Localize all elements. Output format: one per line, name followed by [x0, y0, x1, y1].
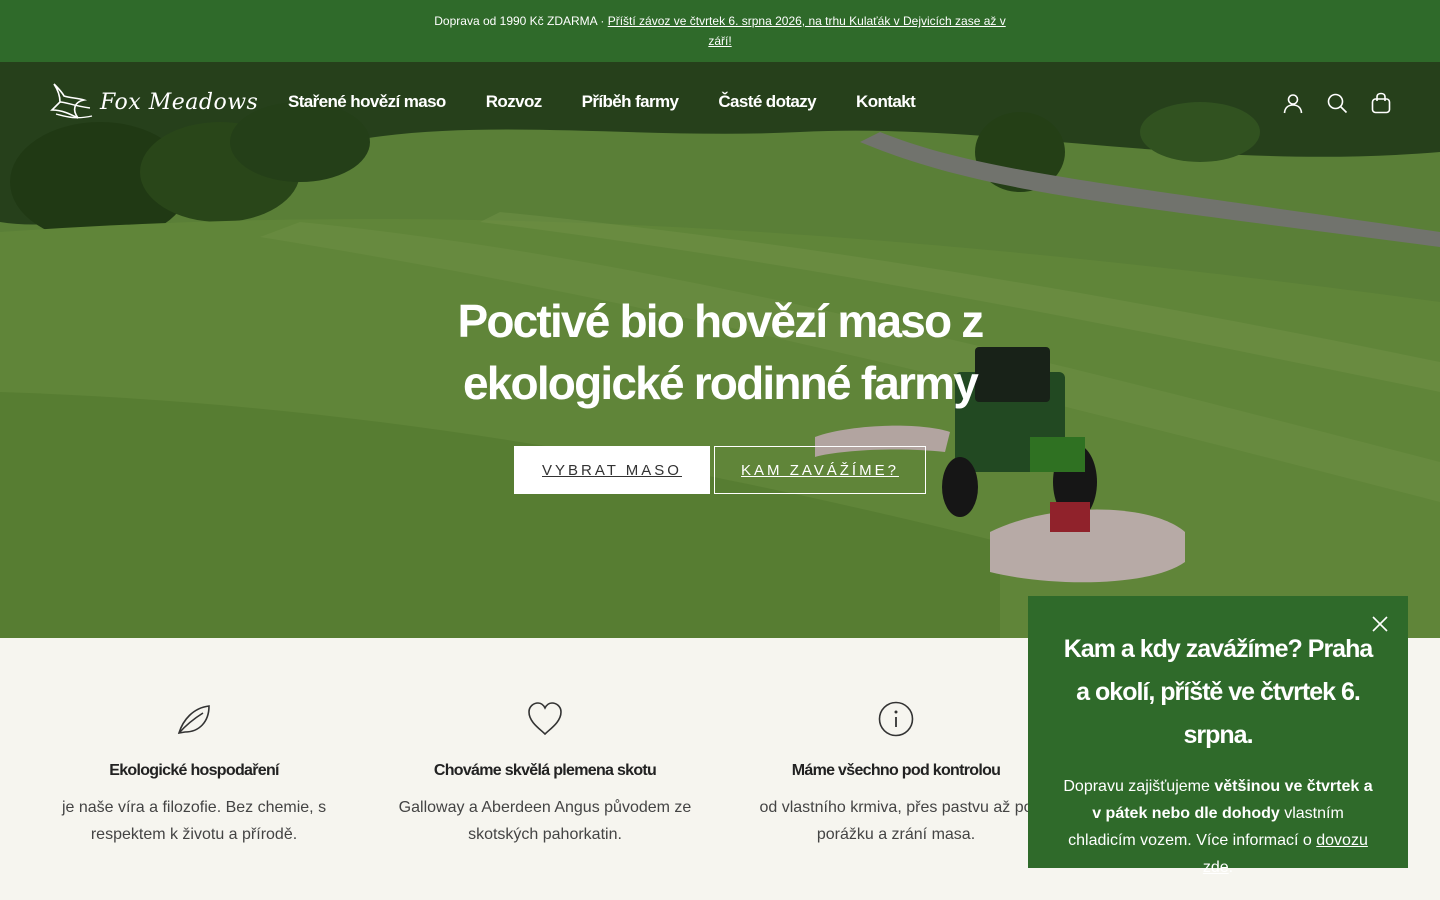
search-icon[interactable]: [1326, 92, 1348, 114]
logo-text: Fox Meadows: [100, 89, 259, 115]
delivery-areas-button[interactable]: KAM ZAVÁŽÍME?: [714, 446, 926, 494]
account-icon[interactable]: [1282, 92, 1304, 114]
fox-logo-icon: [50, 83, 93, 119]
feature-text: Galloway a Aberdeen Angus původem ze sko…: [398, 799, 692, 843]
announcement-text: Doprava od 1990 Kč ZDARMA: [434, 14, 598, 28]
logo[interactable]: Fox Meadows: [48, 80, 258, 124]
announcement-separator: ·: [600, 14, 605, 28]
feature-text: je naše víra a filozofie. Bez chemie, s …: [61, 799, 327, 843]
popup-body: Dopravu zajišťujeme většinou ve čtvrtek …: [1028, 773, 1408, 881]
heart-icon: [528, 702, 562, 736]
nav-item-rozvoz[interactable]: Rozvoz: [486, 92, 543, 112]
feature-title: Chováme skvělá plemena skotu: [433, 762, 657, 779]
feature-title: Ekologické hospodaření: [109, 762, 279, 779]
nav-item-pribeh-farmy[interactable]: Příběh farmy: [582, 92, 679, 112]
feature-breeds: Chováme skvělá plemena skotu Galloway a …: [385, 700, 705, 848]
nav-item-kontakt[interactable]: Kontakt: [856, 92, 916, 112]
announcement-link[interactable]: Příští závoz ve čtvrtek 6. srpna 2026, n…: [608, 14, 1006, 48]
feature-title: Máme všechno pod kontrolou: [791, 762, 1001, 779]
feature-control: Máme všechno pod kontrolou od vlastního …: [736, 700, 1056, 848]
info-icon: [878, 701, 914, 737]
main-nav: Stařené hovězí maso Rozvoz Příběh farmy …: [288, 92, 955, 112]
announcement-bar: Doprava od 1990 Kč ZDARMA · Příští závoz…: [0, 0, 1440, 62]
site-header: Fox Meadows Stařené hovězí maso Rozvoz P…: [0, 62, 1440, 146]
close-icon[interactable]: [1370, 614, 1390, 634]
nav-item-hovezi-maso[interactable]: Stařené hovězí maso: [288, 92, 446, 112]
feature-ecological: Ekologické hospodaření je naše víra a fi…: [34, 700, 354, 848]
cart-icon[interactable]: [1370, 92, 1392, 114]
header-icons: [1282, 92, 1392, 114]
popup-body-prefix: Dopravu zajišťujeme: [1063, 778, 1215, 795]
choose-meat-button[interactable]: VYBRAT MASO: [514, 446, 710, 494]
leaf-icon: [177, 705, 210, 735]
nav-item-caste-dotazy[interactable]: Časté dotazy: [718, 92, 816, 112]
popup-body-suffix: .: [1228, 859, 1234, 876]
feature-text: od vlastního krmiva, přes pastvu až po p…: [759, 799, 1033, 843]
popup-title: Kam a kdy zavážíme? Praha a okolí, příšt…: [1063, 635, 1374, 749]
delivery-popup: Kam a kdy zavážíme? Praha a okolí, příšt…: [1028, 596, 1408, 876]
hero-title: Poctivé bio hovězí maso z ekologické rod…: [457, 295, 984, 409]
